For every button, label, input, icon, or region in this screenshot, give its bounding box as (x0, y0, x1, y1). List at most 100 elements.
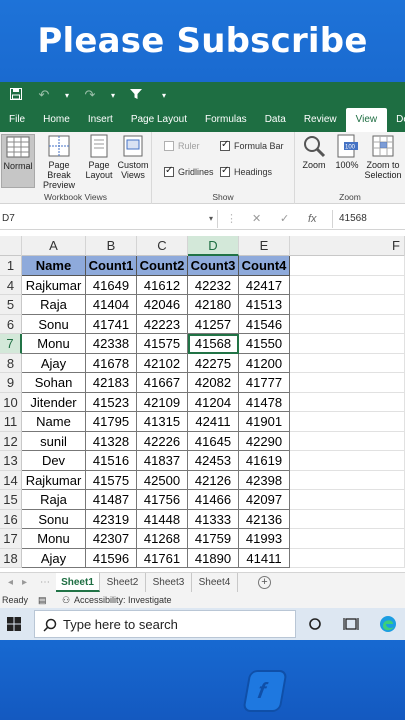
empty-cell[interactable] (290, 275, 405, 295)
redo-icon[interactable]: ↷ (82, 87, 98, 103)
dropdown-icon[interactable]: ▾ (110, 91, 116, 100)
table-cell[interactable]: 42307 (86, 529, 137, 549)
table-cell[interactable]: Sohan (22, 373, 86, 393)
table-cell[interactable]: 42046 (137, 295, 188, 315)
row-header[interactable]: 17 (0, 529, 22, 549)
empty-cell[interactable] (290, 529, 405, 549)
table-cell[interactable]: Monu (22, 334, 86, 354)
tab-data[interactable]: Data (256, 108, 295, 132)
empty-cell[interactable] (290, 431, 405, 451)
insert-function-icon[interactable]: fx (308, 210, 317, 228)
table-cell[interactable]: 42232 (188, 275, 239, 295)
table-cell[interactable]: 42126 (188, 470, 239, 490)
table-cell[interactable]: 42097 (239, 490, 290, 510)
tab-insert[interactable]: Insert (79, 108, 122, 132)
empty-cell[interactable] (290, 256, 405, 276)
table-cell[interactable]: 41575 (137, 334, 188, 354)
table-cell[interactable]: 41516 (86, 451, 137, 471)
table-cell[interactable]: 41411 (239, 548, 290, 568)
column-header-c[interactable]: C (137, 236, 188, 256)
table-cell[interactable]: Jitender (22, 392, 86, 412)
tab-developer[interactable]: Dev (387, 108, 405, 132)
name-box-dropdown-icon[interactable]: ▾ (209, 210, 213, 228)
column-header-a[interactable]: A (22, 236, 86, 256)
table-header-cell[interactable]: Count2 (137, 256, 188, 276)
more-sheets-icon[interactable]: ⋯ (40, 573, 50, 592)
add-sheet-icon[interactable]: + (258, 576, 271, 589)
table-cell[interactable]: Rajkumar (22, 275, 86, 295)
name-box[interactable]: D7 ▾ (0, 210, 218, 228)
table-cell[interactable]: 41759 (188, 529, 239, 549)
table-cell[interactable]: 41448 (137, 509, 188, 529)
empty-cell[interactable] (290, 451, 405, 471)
column-header-d[interactable]: D (188, 236, 239, 256)
table-cell[interactable]: 41404 (86, 295, 137, 315)
table-cell[interactable]: 42102 (137, 353, 188, 373)
table-cell[interactable]: Ajay (22, 353, 86, 373)
table-cell[interactable]: Ajay (22, 548, 86, 568)
table-cell[interactable]: 41204 (188, 392, 239, 412)
table-cell[interactable]: 41678 (86, 353, 137, 373)
table-cell[interactable]: 41596 (86, 548, 137, 568)
gridlines-checkbox[interactable]: Gridlines (164, 165, 214, 177)
empty-cell[interactable] (290, 412, 405, 432)
task-view-icon[interactable] (343, 614, 359, 634)
table-cell[interactable]: sunil (22, 431, 86, 451)
formula-input[interactable]: 41568 (332, 210, 367, 228)
row-header[interactable]: 7 (0, 334, 22, 354)
table-cell[interactable]: 41612 (137, 275, 188, 295)
table-cell[interactable]: Raja (22, 295, 86, 315)
accessibility-status[interactable]: Accessibility: Investigate (74, 592, 172, 608)
table-cell[interactable]: 42183 (86, 373, 137, 393)
table-header-cell[interactable]: Count1 (86, 256, 137, 276)
undo-icon[interactable]: ↶ (36, 87, 52, 103)
table-cell[interactable]: 41478 (239, 392, 290, 412)
table-cell[interactable]: 41645 (188, 431, 239, 451)
table-cell[interactable]: Rajkumar (22, 470, 86, 490)
scroll-left-icon[interactable]: ◂ (8, 573, 13, 592)
table-cell[interactable]: 41837 (137, 451, 188, 471)
table-cell[interactable]: 42226 (137, 431, 188, 451)
macro-record-icon[interactable]: ▤ (38, 592, 47, 608)
table-cell[interactable]: Monu (22, 529, 86, 549)
empty-cell[interactable] (290, 373, 405, 393)
table-cell[interactable]: 41315 (137, 412, 188, 432)
table-cell[interactable]: 41257 (188, 314, 239, 334)
row-header[interactable]: 9 (0, 373, 22, 393)
table-cell[interactable]: 41466 (188, 490, 239, 510)
empty-cell[interactable] (290, 314, 405, 334)
formula-bar-checkbox[interactable]: Formula Bar (220, 139, 284, 151)
row-header[interactable]: 12 (0, 431, 22, 451)
page-break-preview-button[interactable]: Page Break Preview (36, 134, 82, 190)
table-cell[interactable]: 41575 (86, 470, 137, 490)
sheet-tab-sheet3[interactable]: Sheet3 (146, 573, 192, 592)
custom-views-button[interactable]: Custom Views (115, 134, 151, 180)
dropdown-icon[interactable]: ▾ (64, 91, 70, 100)
tab-home[interactable]: Home (34, 108, 79, 132)
table-cell[interactable]: 41568 (188, 334, 239, 354)
table-cell[interactable]: Raja (22, 490, 86, 510)
table-cell[interactable]: 41890 (188, 548, 239, 568)
scroll-right-icon[interactable]: ▸ (22, 573, 27, 592)
table-cell[interactable]: 41487 (86, 490, 137, 510)
row-header[interactable]: 10 (0, 392, 22, 412)
table-cell[interactable]: 41513 (239, 295, 290, 315)
row-header[interactable]: 13 (0, 451, 22, 471)
table-cell[interactable]: 42500 (137, 470, 188, 490)
row-header[interactable]: 14 (0, 470, 22, 490)
table-cell[interactable]: 41667 (137, 373, 188, 393)
table-cell[interactable]: 41649 (86, 275, 137, 295)
column-header-e[interactable]: E (239, 236, 290, 256)
row-header[interactable]: 8 (0, 353, 22, 373)
row-header[interactable]: 16 (0, 509, 22, 529)
table-cell[interactable]: 41328 (86, 431, 137, 451)
sheet-tab-sheet2[interactable]: Sheet2 (100, 573, 146, 592)
table-cell[interactable]: 42338 (86, 334, 137, 354)
empty-cell[interactable] (290, 334, 405, 354)
table-cell[interactable]: 42180 (188, 295, 239, 315)
table-cell[interactable]: 42453 (188, 451, 239, 471)
table-cell[interactable]: 41795 (86, 412, 137, 432)
table-cell[interactable]: 41761 (137, 548, 188, 568)
sheet-tab-sheet4[interactable]: Sheet4 (192, 573, 238, 592)
save-icon[interactable] (8, 87, 24, 103)
